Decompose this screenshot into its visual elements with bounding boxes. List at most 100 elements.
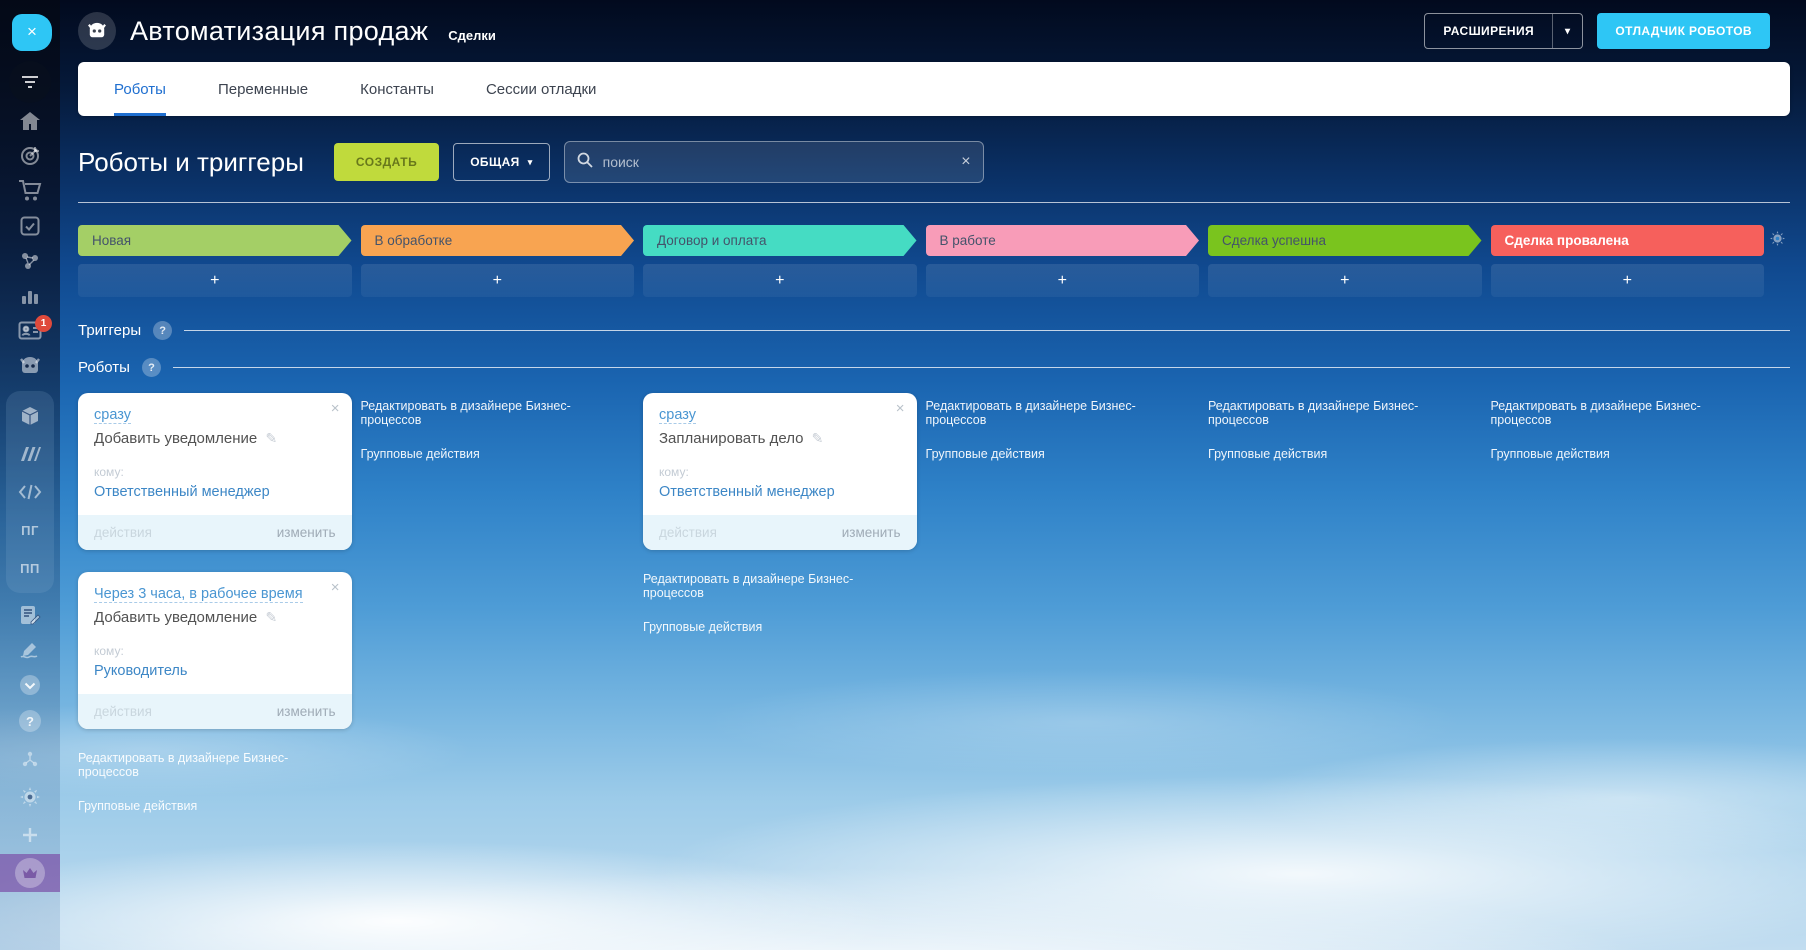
sidebar-item-sign[interactable] (8, 632, 52, 667)
chart-icon (20, 287, 40, 305)
extensions-button-label[interactable]: РАСШИРЕНИЯ (1425, 24, 1552, 38)
sidebar-item-share[interactable] (8, 740, 52, 778)
group-actions-link[interactable]: Групповые действия (1208, 447, 1468, 461)
search-input[interactable] (602, 154, 952, 170)
search-icon (577, 152, 593, 173)
triggers-section-header: Триггеры ? (78, 321, 1790, 340)
sidebar-item-pp[interactable]: ПП (8, 549, 52, 587)
robots-column-6: Редактировать в дизайнере Бизнес-процесс… (1491, 393, 1765, 833)
sidebar-item-network[interactable] (8, 243, 52, 278)
sidebar-item-contacts[interactable]: 1 (8, 313, 52, 348)
sidebar-item-more[interactable] (8, 667, 52, 702)
add-robot-button-3[interactable]: + (643, 264, 917, 297)
sidebar-item-documents[interactable] (8, 597, 52, 632)
sidebar-item-premium[interactable] (0, 854, 60, 892)
card-actions-link[interactable]: действия (94, 704, 152, 719)
extensions-button[interactable]: РАСШИРЕНИЯ ▾ (1424, 13, 1584, 49)
sidebar-item-help[interactable]: ? (8, 702, 52, 740)
tab-debug-sessions[interactable]: Сессии отладки (486, 62, 596, 116)
stage-contract-payment[interactable]: Договор и оплата (643, 225, 917, 256)
breadcrumb[interactable]: Сделки (448, 28, 496, 43)
designer-link[interactable]: Редактировать в дизайнере Бизнес-процесс… (926, 399, 1186, 427)
group-actions-link[interactable]: Групповые действия (1491, 447, 1751, 461)
card-actions-link[interactable]: действия (94, 525, 152, 540)
sidebar-item-feed[interactable] (8, 61, 52, 103)
add-robot-row: + + + + + + (78, 264, 1764, 297)
sidebar-bottom: ? (0, 702, 60, 950)
add-robot-button-6[interactable]: + (1490, 264, 1764, 297)
funnel-select-button[interactable]: ОБЩАЯ ▾ (453, 143, 550, 181)
close-icon[interactable]: × (331, 580, 340, 595)
designer-link[interactable]: Редактировать в дизайнере Бизнес-процесс… (1491, 399, 1751, 427)
robot-timing-link[interactable]: Через 3 часа, в рабочее время (94, 586, 303, 603)
recipient-link[interactable]: Руководитель (94, 663, 187, 679)
stage-new[interactable]: Новая (78, 225, 352, 256)
robot-card: × сразу Добавить уведомление ✎ кому: Отв… (78, 393, 352, 550)
home-icon (19, 111, 41, 131)
card-edit-link[interactable]: изменить (277, 525, 336, 540)
add-robot-button-5[interactable]: + (1208, 264, 1482, 297)
sidebar-item-m-app[interactable] (8, 435, 52, 473)
group-actions-link[interactable]: Групповые действия (361, 447, 621, 461)
edit-pencil-icon[interactable]: ✎ (265, 609, 277, 625)
group-actions-link[interactable]: Групповые действия (643, 620, 903, 634)
close-icon[interactable]: × (331, 401, 340, 416)
recipient-link[interactable]: Ответственный менеджер (659, 484, 835, 500)
add-robot-button-2[interactable]: + (360, 264, 634, 297)
stage-in-progress[interactable]: В обработке (361, 225, 635, 256)
sidebar-item-tasks[interactable] (8, 208, 52, 243)
stage-in-work[interactable]: В работе (926, 225, 1200, 256)
robots-help-icon[interactable]: ? (141, 358, 161, 377)
designer-link[interactable]: Редактировать в дизайнере Бизнес-процесс… (361, 399, 621, 427)
stages-settings-button[interactable] (1764, 230, 1790, 251)
card-edit-link[interactable]: изменить (277, 704, 336, 719)
triggers-help-icon[interactable]: ? (153, 321, 173, 340)
triggers-divider (184, 330, 1790, 331)
sidebar-item-dev[interactable] (8, 473, 52, 511)
recipient-link[interactable]: Ответственный менеджер (94, 484, 270, 500)
add-robot-button-1[interactable]: + (78, 264, 352, 297)
sidebar-item-analytics[interactable] (8, 278, 52, 313)
tab-constants[interactable]: Константы (360, 62, 434, 116)
group-actions-link[interactable]: Групповые действия (926, 447, 1186, 461)
designer-link[interactable]: Редактировать в дизайнере Бизнес-процесс… (1208, 399, 1468, 427)
sidebar-item-crm[interactable] (8, 138, 52, 173)
tab-robots[interactable]: Роботы (114, 62, 166, 116)
sidebar-item-shop[interactable] (8, 173, 52, 208)
edit-pencil-icon[interactable]: ✎ (812, 430, 824, 446)
sidebar-item-add[interactable] (8, 816, 52, 854)
card-edit-link[interactable]: изменить (842, 525, 901, 540)
robot-timing-link[interactable]: сразу (94, 407, 131, 424)
tab-variables[interactable]: Переменные (218, 62, 308, 116)
sidebar-item-pg[interactable]: ПГ (8, 511, 52, 549)
close-icon[interactable]: × (896, 401, 905, 416)
search-box: × (563, 141, 984, 183)
robot-timing-link[interactable]: сразу (659, 407, 696, 424)
cube-icon (20, 406, 40, 426)
designer-link[interactable]: Редактировать в дизайнере Бизнес-процесс… (78, 751, 338, 779)
sidebar-item-settings[interactable] (8, 778, 52, 816)
robots-grid: × сразу Добавить уведомление ✎ кому: Отв… (78, 393, 1764, 833)
sidebar-item-market[interactable] (8, 397, 52, 435)
sidebar-item-robots[interactable] (8, 348, 52, 383)
recipient-label: кому: (94, 465, 124, 479)
edit-pencil-icon[interactable]: ✎ (265, 430, 277, 446)
search-clear-icon[interactable]: × (961, 153, 970, 171)
group-actions-link[interactable]: Групповые действия (78, 799, 338, 813)
sidebar-item-home[interactable] (8, 103, 52, 138)
robots-label: Роботы (78, 359, 130, 376)
create-button[interactable]: СОЗДАТЬ (333, 143, 440, 181)
robot-debugger-button[interactable]: ОТЛАДЧИК РОБОТОВ (1597, 13, 1770, 49)
stage-deal-won[interactable]: Сделка успешна (1208, 225, 1482, 256)
add-robot-button-4[interactable]: + (925, 264, 1199, 297)
extensions-caret-icon[interactable]: ▾ (1552, 14, 1582, 48)
robots-column-4: Редактировать в дизайнере Бизнес-процесс… (926, 393, 1200, 833)
sidebar-close-button[interactable]: × (12, 14, 52, 51)
robot-card-body: сразу Запланировать дело ✎ кому: Ответст… (643, 393, 917, 515)
card-actions-link[interactable]: действия (659, 525, 717, 540)
stage-deal-lost[interactable]: Сделка провалена (1490, 225, 1764, 256)
robot-card: × Через 3 часа, в рабочее время Добавить… (78, 572, 352, 729)
plus-icon (22, 827, 38, 843)
designer-link[interactable]: Редактировать в дизайнере Бизнес-процесс… (643, 572, 903, 600)
robot-action-title: Запланировать дело (659, 430, 804, 447)
